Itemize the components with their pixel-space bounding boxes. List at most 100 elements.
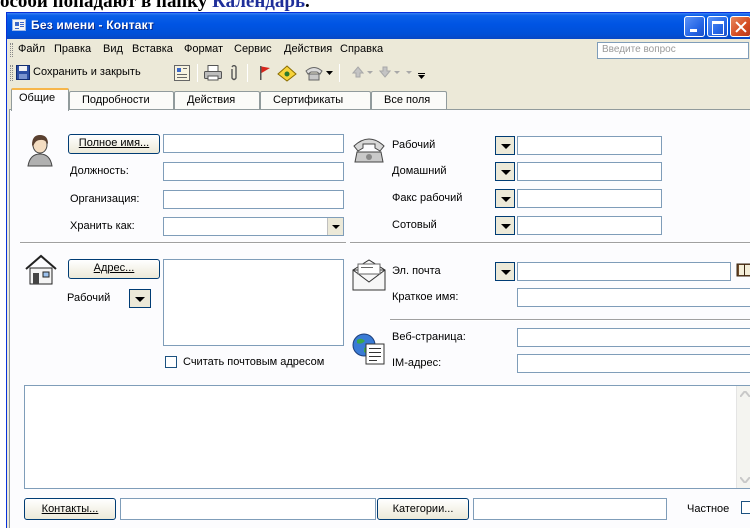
toolbar-separator — [247, 64, 248, 82]
business-fax-label: Факс рабочий — [392, 192, 463, 204]
mobile-phone-dropdown[interactable] — [495, 216, 515, 235]
job-title-field[interactable] — [163, 162, 344, 181]
close-button[interactable] — [730, 16, 750, 37]
address-button[interactable]: Адрес... — [68, 259, 160, 279]
display-as-field[interactable] — [517, 288, 750, 307]
job-title-label: Должность: — [70, 165, 129, 177]
floppy-icon — [16, 65, 30, 80]
im-address-label: IM-адрес: — [392, 357, 442, 369]
menu-tools[interactable]: Сервис — [234, 43, 272, 55]
tab-bar: Общие Подробности Действия Сертификаты В… — [7, 88, 750, 111]
file-as-combobox[interactable] — [163, 217, 344, 236]
chevron-down-icon[interactable] — [326, 71, 333, 75]
print-icon[interactable] — [204, 65, 222, 81]
business-fax-dropdown[interactable] — [495, 189, 515, 208]
menu-format[interactable]: Формат — [184, 43, 223, 55]
im-address-field[interactable] — [517, 354, 750, 373]
menu-edit[interactable]: Правка — [54, 43, 91, 55]
menu-file[interactable]: Файл — [18, 43, 45, 55]
scroll-down-icon[interactable] — [740, 477, 750, 483]
web-page-icon — [352, 333, 385, 365]
call-contact-icon[interactable] — [304, 65, 324, 81]
tab-details[interactable]: Подробности — [69, 91, 174, 110]
file-as-label: Хранить как: — [70, 220, 135, 232]
save-as-icon[interactable] — [174, 65, 190, 81]
contact-window: Без имени - Контакт Файл Правка Вид Вста… — [6, 12, 750, 528]
fullname-field[interactable] — [163, 134, 344, 153]
chevron-down-icon[interactable] — [367, 71, 373, 75]
notes-textarea[interactable] — [24, 385, 750, 489]
company-field[interactable] — [163, 190, 344, 209]
menu-bar: Файл Правка Вид Вставка Формат Сервис Де… — [7, 39, 750, 61]
contacts-field[interactable] — [120, 498, 376, 520]
email-type-dropdown[interactable] — [495, 262, 515, 281]
window-title: Без имени - Контакт — [31, 18, 154, 32]
menubar-grip[interactable] — [10, 43, 13, 57]
scroll-up-icon[interactable] — [740, 391, 750, 397]
chevron-down-icon[interactable] — [394, 71, 400, 75]
flag-icon[interactable] — [259, 65, 271, 81]
categories-button[interactable]: Категории... — [377, 498, 469, 520]
attach-icon[interactable] — [229, 65, 239, 81]
ask-question-input[interactable]: Введите вопрос — [597, 42, 749, 59]
previous-item-icon[interactable] — [352, 65, 364, 79]
mobile-phone-label: Сотовый — [392, 219, 437, 231]
home-phone-field[interactable] — [517, 162, 662, 181]
address-textarea[interactable] — [163, 259, 344, 346]
business-fax-field[interactable] — [517, 189, 662, 208]
file-as-dropdown-arrow[interactable] — [327, 218, 343, 235]
business-phone-field[interactable] — [517, 136, 662, 155]
chevron-down-icon[interactable] — [406, 71, 412, 75]
display-as-label: Краткое имя: — [392, 291, 459, 303]
categories-icon[interactable] — [277, 65, 297, 82]
save-close-button[interactable]: Сохранить и закрыть — [14, 64, 166, 83]
notes-scrollbar[interactable] — [736, 386, 750, 488]
mailing-address-checkbox[interactable] — [165, 356, 177, 368]
toolbar-grip[interactable] — [10, 65, 13, 81]
toolbar: Сохранить и закрыть — [7, 61, 750, 85]
next-item-icon[interactable] — [379, 65, 391, 79]
home-phone-label: Домашний — [392, 165, 447, 177]
tab-activities[interactable]: Действия — [174, 91, 260, 110]
toolbar-separator — [197, 64, 198, 82]
email-icon — [352, 259, 386, 291]
company-label: Организация: — [70, 193, 140, 205]
tab-certificates[interactable]: Сертификаты — [260, 91, 371, 110]
web-page-label: Веб-страница: — [392, 331, 466, 343]
contact-card-icon — [12, 19, 26, 31]
mailing-address-label: Считать почтовым адресом — [183, 356, 325, 368]
address-type-label: Рабочий — [67, 292, 111, 304]
person-icon — [27, 135, 53, 167]
tab-general[interactable]: Общие — [11, 88, 69, 111]
menu-help[interactable]: Справка — [340, 43, 383, 55]
phone-icon — [353, 138, 385, 163]
menu-view[interactable]: Вид — [103, 43, 123, 55]
address-book-icon[interactable] — [736, 262, 750, 278]
menu-actions[interactable]: Действия — [284, 43, 332, 55]
section-divider — [350, 242, 750, 244]
business-phone-label: Рабочий — [392, 139, 436, 151]
toolbar-options-icon[interactable] — [418, 73, 425, 79]
general-tab-panel: Полное имя... Должность: Организация: Хр… — [9, 109, 750, 528]
maximize-button[interactable] — [707, 16, 728, 37]
menu-insert[interactable]: Вставка — [132, 43, 173, 55]
section-divider — [20, 242, 346, 244]
private-label: Частное — [687, 503, 730, 515]
address-type-dropdown[interactable] — [129, 289, 151, 308]
business-phone-dropdown[interactable] — [495, 136, 515, 155]
section-divider — [390, 319, 750, 321]
fullname-button[interactable]: Полное имя... — [68, 134, 160, 154]
home-phone-dropdown[interactable] — [495, 162, 515, 181]
email-field[interactable] — [517, 262, 731, 281]
private-checkbox[interactable] — [741, 501, 750, 514]
contacts-button[interactable]: Контакты... — [24, 498, 116, 520]
chevron-down-icon — [332, 225, 340, 229]
web-page-field[interactable] — [517, 328, 750, 347]
minimize-button[interactable] — [684, 16, 705, 37]
tab-all-fields[interactable]: Все поля — [371, 91, 447, 110]
title-bar[interactable]: Без имени - Контакт — [7, 13, 750, 39]
categories-field[interactable] — [473, 498, 667, 520]
mobile-phone-field[interactable] — [517, 216, 662, 235]
toolbar-separator — [339, 64, 340, 82]
slide-heading-fragment: особи попадают в папку Календарь. — [0, 0, 310, 12]
